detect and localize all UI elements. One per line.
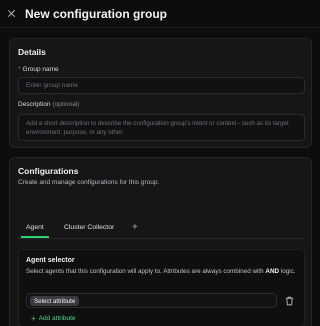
add-attribute-button[interactable]: + Add attribute <box>31 313 76 323</box>
plus-icon: + <box>31 313 36 323</box>
group-name-input[interactable]: Enter group name <box>18 77 305 94</box>
agent-selector-description-prefix: Select agents that this configuration wi… <box>26 268 266 275</box>
add-tab-icon[interactable]: + <box>132 222 138 233</box>
agent-selector-panel: Agent selector Select agents that this c… <box>18 249 305 326</box>
description-label-text: Description <box>18 101 51 108</box>
page-title: New configuration group <box>25 6 167 21</box>
description-optional: (optional) <box>52 101 80 108</box>
tab-agent[interactable]: Agent <box>21 224 49 238</box>
group-name-label: * Group name <box>18 66 59 73</box>
description-label: Description (optional) <box>18 101 79 108</box>
group-name-label-text: Group name <box>22 66 59 73</box>
select-attribute-button[interactable]: Select attribute <box>30 296 80 306</box>
tab-cluster-collector[interactable]: Cluster Collector <box>64 224 114 231</box>
details-card: Details * Group name Enter group name Des… <box>9 38 312 148</box>
add-attribute-label: Add attribute <box>38 315 76 322</box>
description-textarea[interactable]: Add a short description to describe the … <box>18 114 305 141</box>
trash-icon[interactable] <box>285 296 294 306</box>
close-icon[interactable] <box>7 9 17 19</box>
configurations-subtitle: Create and manage configurations for thi… <box>18 179 160 186</box>
group-name-placeholder: Enter group name <box>26 82 79 89</box>
configurations-title: Configurations <box>18 166 79 176</box>
agent-selector-description-suffix: logic. <box>279 268 296 275</box>
page-header: New configuration group <box>0 0 320 28</box>
details-title: Details <box>18 47 46 57</box>
agent-selector-title: Agent selector <box>26 257 75 264</box>
configurations-card: Configurations Create and manage configu… <box>9 157 312 326</box>
configuration-tabs: Agent Cluster Collector + <box>18 222 305 239</box>
and-logic-keyword: AND <box>265 268 280 275</box>
agent-selector-description: Select agents that this configuration wi… <box>26 267 298 276</box>
description-placeholder: Add a short description to describe the … <box>26 120 289 136</box>
required-mark: * <box>18 66 21 73</box>
attribute-row: Select attribute <box>26 293 277 308</box>
